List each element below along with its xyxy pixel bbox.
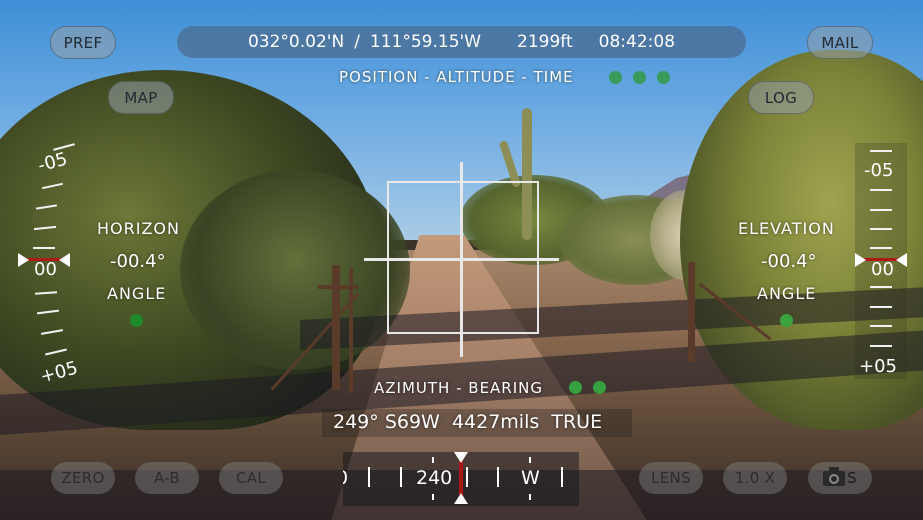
camera-suffix: S <box>847 469 857 487</box>
compass-label: 0 <box>343 467 348 489</box>
fence-post <box>688 262 695 362</box>
horizon-status-indicator <box>130 314 143 327</box>
log-button[interactable]: LOG <box>748 81 814 114</box>
scale-tick <box>870 286 892 288</box>
elevation-scale-center-label: 00 <box>871 259 894 280</box>
marker-left-arrow-icon <box>855 253 866 267</box>
horizon-scale-center-label: 00 <box>34 259 57 280</box>
horizon-subtitle: ANGLE <box>107 284 167 303</box>
a-b-button[interactable]: A-B <box>135 462 199 494</box>
lens-button[interactable]: LENS <box>639 462 703 494</box>
scale-tick <box>870 189 892 191</box>
coordinate-separator: / <box>354 32 360 52</box>
scale-tick <box>870 345 892 347</box>
time: 08:42:08 <box>598 32 676 52</box>
fence-rail <box>318 285 358 289</box>
mail-button[interactable]: MAIL <box>807 26 873 59</box>
scale-tick <box>870 306 892 308</box>
scale-tick <box>870 150 892 152</box>
fence-post <box>332 265 340 390</box>
marker-left-arrow-icon <box>18 253 29 267</box>
horizon-angle-value: -00.4° <box>110 251 166 272</box>
map-button[interactable]: MAP <box>108 81 174 114</box>
camera-button[interactable]: S <box>808 462 872 494</box>
latitude: 032°0.02'N <box>247 32 345 52</box>
gps-readout-bar: 032°0.02'N / 111°59.15'W 2199ft 08:42:08 <box>177 26 746 58</box>
zoom-level-button[interactable]: 1.0 X <box>723 462 787 494</box>
gps-status-indicator <box>609 71 622 84</box>
compass-tick <box>400 467 402 487</box>
altitude-status-indicator <box>633 71 646 84</box>
compass-tick <box>368 467 370 487</box>
compass-tick <box>529 494 531 500</box>
compass-tick <box>497 467 499 487</box>
time-status-indicator <box>657 71 670 84</box>
azimuth-bearing-label: AZIMUTH - BEARING <box>374 379 543 397</box>
elevation-angle-value: -00.4° <box>761 251 817 272</box>
azimuth-reference: TRUE <box>551 411 603 433</box>
needle-bottom-arrow-icon <box>454 493 468 504</box>
elevation-scale-top-label: -05 <box>864 160 894 181</box>
zero-button[interactable]: ZERO <box>51 462 115 494</box>
altitude: 2199ft <box>517 32 573 52</box>
longitude: 111°59.15'W <box>369 32 482 52</box>
scale-tick <box>870 228 892 230</box>
bearing-readout: 249° S69W 4427mils TRUE <box>333 411 602 433</box>
reticle-crosshair-vertical <box>460 162 463 357</box>
scale-tick <box>870 209 892 211</box>
azimuth-bearing: S69W <box>384 411 440 433</box>
pref-button[interactable]: PREF <box>50 26 116 59</box>
azimuth-degrees: 249° <box>333 411 379 433</box>
azimuth-mils: 4427mils <box>451 411 540 433</box>
elevation-scale-bottom-label: +05 <box>859 356 897 377</box>
compass-tick <box>561 467 563 487</box>
horizon-title: HORIZON <box>97 219 180 238</box>
elevation-status-indicator <box>780 314 793 327</box>
compass-tick <box>432 494 434 500</box>
camera-icon <box>823 466 846 486</box>
compass-label: W <box>521 467 540 489</box>
compass-label: 240 <box>416 467 453 489</box>
compass-tick <box>529 457 531 463</box>
marker-right-arrow-icon <box>59 253 70 267</box>
compass-heading-needle <box>459 458 463 498</box>
scale-tick <box>870 325 892 327</box>
elevation-title: ELEVATION <box>738 219 835 238</box>
scale-tick <box>870 247 892 249</box>
compass-tick <box>466 467 468 487</box>
position-altitude-time-label: POSITION - ALTITUDE - TIME <box>339 68 574 86</box>
needle-top-arrow-icon <box>454 452 468 463</box>
azimuth-status-indicator <box>569 381 582 394</box>
elevation-subtitle: ANGLE <box>757 284 817 303</box>
cal-button[interactable]: CAL <box>219 462 283 494</box>
scale-tick <box>33 247 55 249</box>
compass-tick <box>432 457 434 463</box>
marker-right-arrow-icon <box>896 253 907 267</box>
bearing-status-indicator <box>593 381 606 394</box>
